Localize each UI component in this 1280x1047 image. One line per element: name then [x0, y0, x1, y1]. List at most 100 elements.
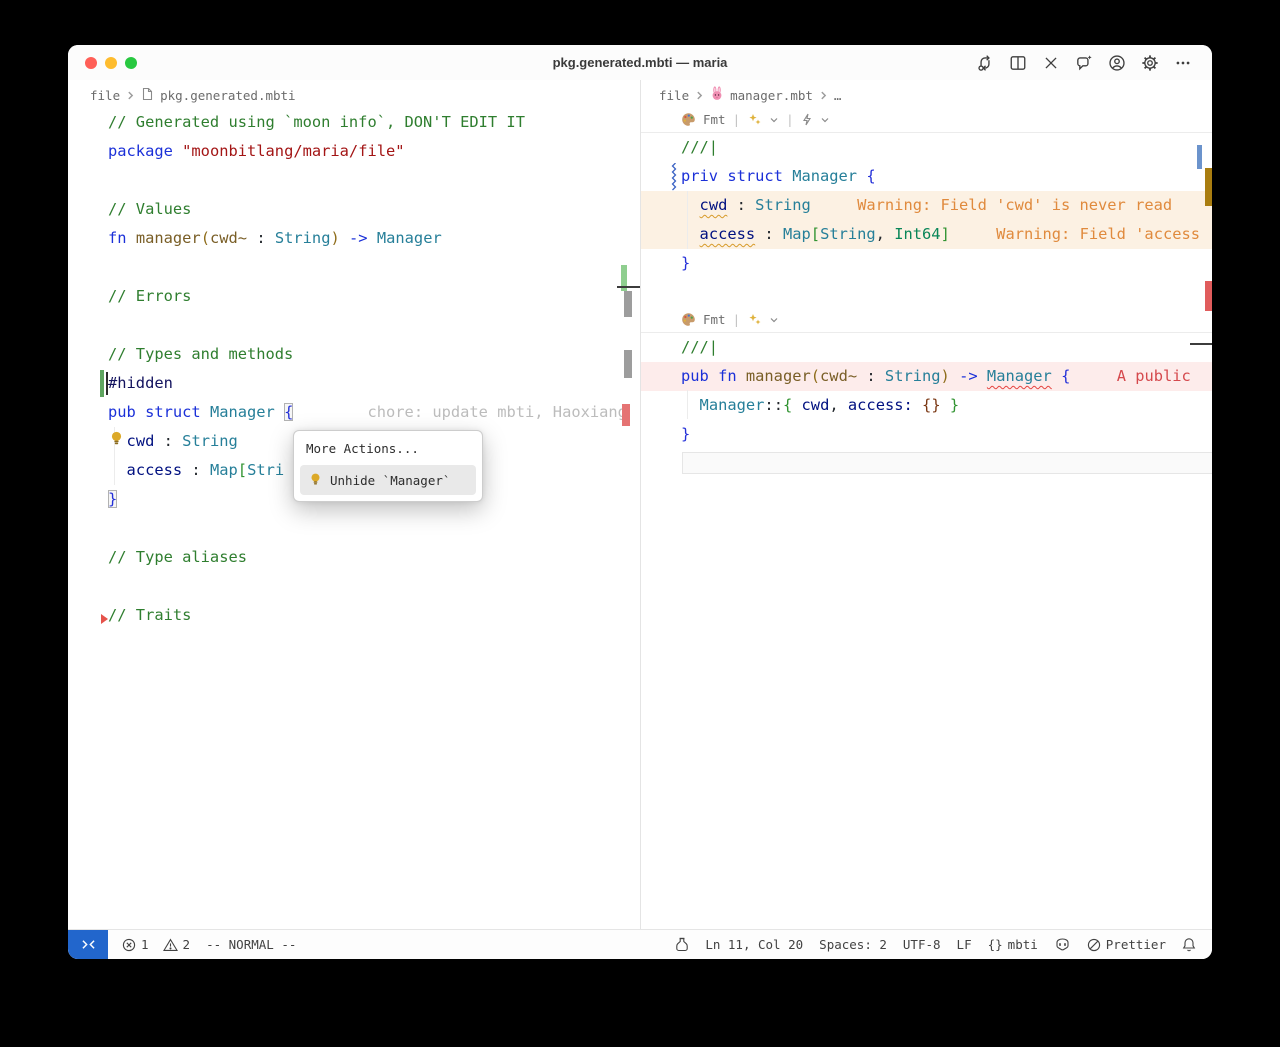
code-token: Warning: Field 'access — [950, 225, 1200, 243]
problems-indicator[interactable]: 1 2 — [122, 937, 190, 952]
code-line[interactable]: // Types and methods — [68, 340, 640, 369]
code-line[interactable] — [68, 572, 640, 601]
vim-mode-indicator[interactable]: -- NORMAL -- — [206, 937, 296, 952]
code-line[interactable] — [641, 278, 1212, 307]
gutter-modified-indicator — [100, 370, 104, 397]
code-token: pub fn — [681, 367, 746, 385]
code-line[interactable]: cwd : String Warning: Field 'cwd' is nev… — [641, 191, 1212, 220]
vscode-window: pkg.generated.mbti — maria — [68, 45, 1212, 959]
breadcrumb-root[interactable]: file — [90, 88, 120, 103]
flask-icon[interactable] — [675, 937, 689, 952]
code-line[interactable]: ///| — [641, 133, 1212, 162]
code-line[interactable]: ///| — [641, 333, 1212, 362]
code-line[interactable]: // Values — [68, 195, 640, 224]
code-token: pub struct — [108, 403, 210, 421]
code-token: package — [108, 142, 182, 160]
notifications-bell-icon[interactable] — [1182, 937, 1196, 952]
code-token: String — [820, 225, 876, 243]
code-line[interactable]: // Traits — [68, 601, 640, 630]
code-line[interactable]: } — [641, 249, 1212, 278]
code-line[interactable]: } — [641, 420, 1212, 449]
breadcrumb: file pkg.generated.mbti — [90, 84, 296, 106]
code-line[interactable] — [68, 166, 640, 195]
overview-ruler-mark-gray — [624, 350, 632, 378]
code-action-popup: More Actions... Unhide `Manager` — [293, 430, 483, 502]
code-token: String — [755, 196, 811, 214]
code-token — [1052, 367, 1061, 385]
palette-icon[interactable] — [681, 112, 696, 127]
codelens-fmt[interactable]: Fmt — [703, 312, 726, 327]
indentation[interactable]: Spaces: 2 — [819, 937, 887, 952]
code-line[interactable]: // Type aliases — [68, 543, 640, 572]
eol-sequence[interactable]: LF — [957, 937, 972, 952]
popup-item-unhide[interactable]: Unhide `Manager` — [300, 465, 476, 495]
settings-gear-icon[interactable] — [1141, 54, 1159, 72]
formatter-indicator[interactable]: Prettier — [1087, 937, 1166, 952]
code-token: Map — [210, 461, 238, 479]
code-token: Int64 — [894, 225, 940, 243]
language-mode[interactable]: {} mbti — [988, 937, 1038, 952]
code-line[interactable] — [68, 311, 640, 340]
code-line[interactable]: priv struct Manager { — [641, 162, 1212, 191]
overview-ruler-mark-gray — [624, 291, 632, 317]
chevron-down-icon[interactable] — [820, 115, 830, 125]
code-token: ) — [941, 367, 950, 385]
more-actions-ellipsis-icon[interactable] — [1174, 54, 1192, 72]
code-token: ///| — [681, 338, 718, 356]
breadcrumb-file[interactable]: pkg.generated.mbti — [160, 88, 295, 103]
code-token: #hidden — [108, 374, 173, 392]
code-token: String — [275, 229, 331, 247]
code-token: access — [127, 461, 183, 479]
encoding[interactable]: UTF-8 — [903, 937, 941, 952]
code-token: cwd~ — [210, 229, 247, 247]
code-token — [681, 225, 700, 243]
copilot-icon[interactable] — [1054, 937, 1071, 952]
code-line[interactable]: access : Map[String, Int64] Warning: Fie… — [641, 220, 1212, 249]
palette-icon[interactable] — [681, 312, 696, 327]
code-line[interactable]: #hidden — [68, 369, 640, 398]
code-token: :: — [764, 396, 783, 414]
code-line[interactable]: Manager::{ cwd, access: {} } — [641, 391, 1212, 420]
code-token: : — [182, 461, 210, 479]
code-token: : — [727, 196, 755, 214]
code-line[interactable]: fn manager(cwd~ : String) -> Manager — [68, 224, 640, 253]
popup-item-label: Unhide `Manager` — [330, 473, 450, 488]
code-line[interactable] — [68, 253, 640, 282]
code-line[interactable] — [68, 514, 640, 543]
code-line[interactable]: pub fn manager(cwd~ : String) -> Manager… — [641, 362, 1212, 391]
code-token: access — [700, 225, 756, 243]
zoom-window-button[interactable] — [125, 57, 137, 69]
code-token: } — [950, 396, 959, 414]
code-token: : — [857, 367, 885, 385]
code-token: // Type aliases — [108, 548, 247, 566]
remote-indicator[interactable] — [68, 930, 108, 959]
breadcrumb-file[interactable]: manager.mbt — [730, 88, 813, 103]
cursor-position[interactable]: Ln 11, Col 20 — [705, 937, 803, 952]
code-token: String — [885, 367, 941, 385]
copilot-chat-icon[interactable] — [1075, 54, 1093, 72]
chevron-right-icon — [819, 88, 828, 103]
lightbulb-icon[interactable] — [109, 430, 124, 450]
editor-pane-right: file manager.mbt — [641, 80, 1212, 930]
split-editor-icon[interactable] — [1009, 54, 1027, 72]
codelens-fmt[interactable]: Fmt — [703, 112, 726, 127]
minimize-window-button[interactable] — [105, 57, 117, 69]
sparkle-icon[interactable] — [747, 112, 762, 127]
code-token: // Errors — [108, 287, 191, 305]
code-line[interactable]: package "moonbitlang/maria/file" — [68, 137, 640, 166]
source-control-graph-icon[interactable] — [976, 54, 994, 72]
code-line[interactable]: pub struct Manager { chore: update mbti,… — [68, 398, 640, 427]
close-window-button[interactable] — [85, 57, 97, 69]
breadcrumb-more[interactable]: … — [834, 88, 842, 103]
sparkle-icon[interactable] — [747, 312, 762, 327]
account-icon[interactable] — [1108, 54, 1126, 72]
chevron-down-icon[interactable] — [769, 315, 779, 325]
code-token: : — [154, 432, 182, 450]
chevron-down-icon[interactable] — [769, 115, 779, 125]
close-editor-icon[interactable] — [1042, 54, 1060, 72]
code-line[interactable]: // Generated using `moon info`, DON'T ED… — [68, 108, 640, 137]
chevron-right-icon — [695, 88, 704, 103]
lightning-icon[interactable] — [801, 113, 813, 126]
breadcrumb-root[interactable]: file — [659, 88, 689, 103]
code-line[interactable]: // Errors — [68, 282, 640, 311]
